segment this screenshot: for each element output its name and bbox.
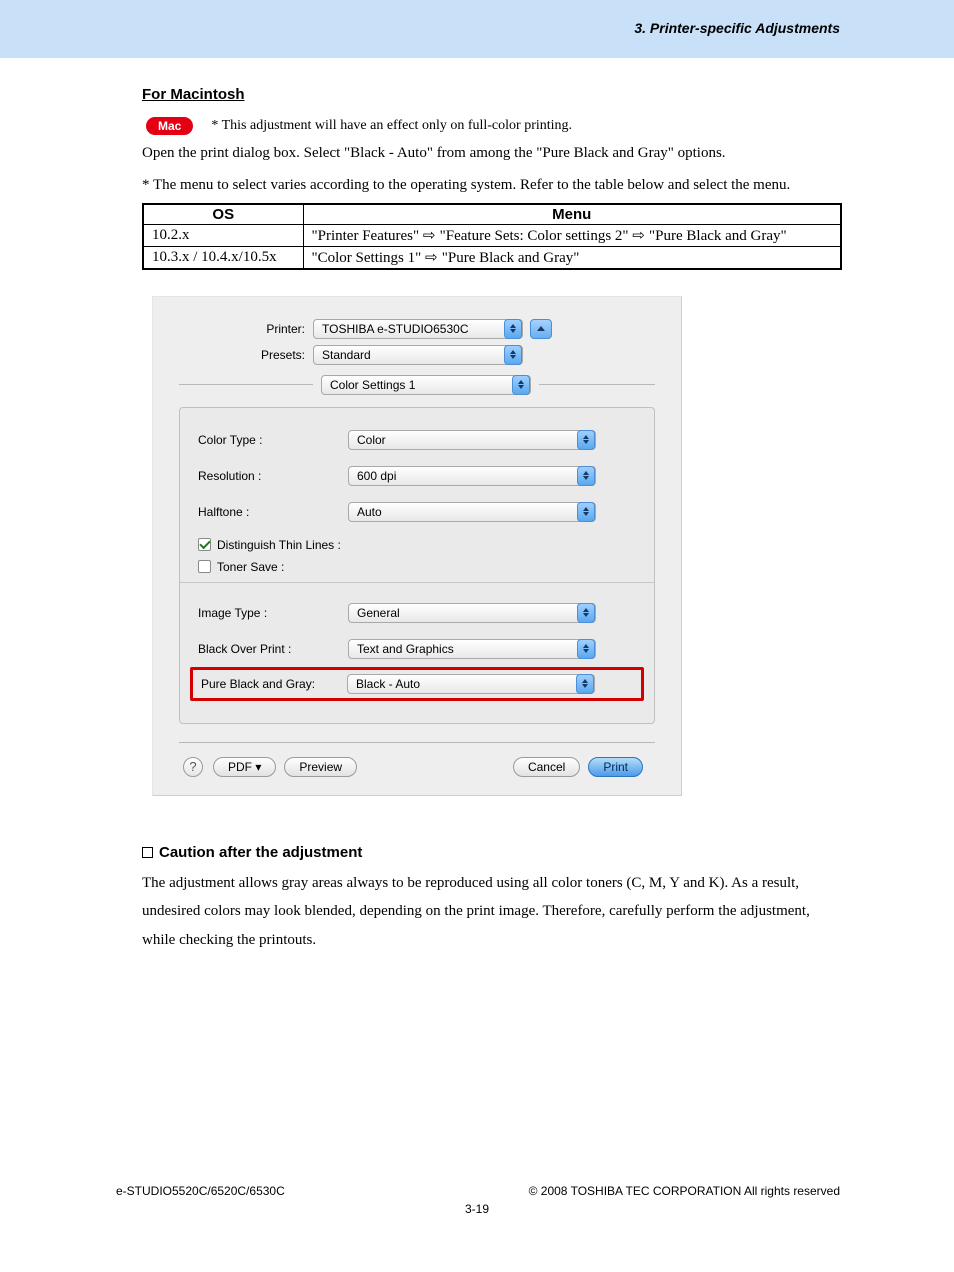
chevron-updown-icon [577, 502, 595, 522]
chevron-updown-icon [512, 375, 530, 395]
halftone-select[interactable]: Auto [348, 502, 596, 522]
square-bullet-icon [142, 847, 153, 858]
halftone-row: Halftone : Auto [198, 502, 636, 522]
dialog-footer: ? PDF ▾ Preview Cancel Print [183, 757, 651, 777]
toner-save-checkbox[interactable] [198, 560, 211, 573]
header-section: 3. Printer-specific Adjustments [634, 20, 840, 36]
presets-label: Presets: [183, 348, 313, 362]
chevron-updown-icon [577, 639, 595, 659]
triangle-up-icon [537, 326, 545, 331]
help-icon[interactable]: ? [183, 757, 203, 777]
page-number: 3-19 [0, 1202, 954, 1216]
color-type-select[interactable]: Color [348, 430, 596, 450]
black-over-label: Black Over Print : [198, 642, 348, 656]
arrow-icon: ⇨ [423, 227, 440, 244]
toner-save-label: Toner Save : [217, 560, 284, 574]
cell-menu: "Color Settings 1" ⇨ "Pure Black and Gra… [303, 246, 841, 269]
chevron-updown-icon [577, 603, 595, 623]
color-type-label: Color Type : [198, 433, 348, 447]
chevron-updown-icon [504, 345, 522, 365]
preview-button[interactable]: Preview [284, 757, 357, 777]
image-type-row: Image Type : General [198, 603, 636, 623]
page-header: 3. Printer-specific Adjustments [0, 0, 954, 58]
mac-badge: Mac [146, 117, 193, 135]
pure-black-select[interactable]: Black - Auto [347, 674, 595, 694]
resolution-label: Resolution : [198, 469, 348, 483]
os-menu-table: OS Menu 10.2.x "Printer Features" ⇨ "Fea… [142, 203, 842, 270]
black-over-select[interactable]: Text and Graphics [348, 639, 596, 659]
pure-black-row-highlight: Pure Black and Gray: Black - Auto [190, 667, 644, 701]
distinguish-checkbox[interactable] [198, 538, 211, 551]
print-dialog: Printer: TOSHIBA e-STUDIO6530C Presets: … [152, 296, 682, 796]
printer-select[interactable]: TOSHIBA e-STUDIO6530C [313, 319, 523, 339]
print-button[interactable]: Print [588, 757, 643, 777]
section-title: For Macintosh [142, 86, 842, 103]
section-separator: Color Settings 1 [179, 375, 655, 395]
mac-note: * This adjustment will have an effect on… [211, 118, 572, 134]
body-text-2: * The menu to select varies according to… [142, 175, 842, 197]
black-over-row: Black Over Print : Text and Graphics [198, 639, 636, 659]
presets-select[interactable]: Standard [313, 345, 523, 365]
color-type-row: Color Type : Color [198, 430, 636, 450]
footer-left: e-STUDIO5520C/6520C/6530C [116, 1184, 285, 1198]
section-select[interactable]: Color Settings 1 [321, 375, 531, 395]
cancel-button[interactable]: Cancel [513, 757, 580, 777]
table-row: 10.2.x "Printer Features" ⇨ "Feature Set… [143, 224, 841, 246]
halftone-label: Halftone : [198, 505, 348, 519]
image-type-select[interactable]: General [348, 603, 596, 623]
footer-right: © 2008 TOSHIBA TEC CORPORATION All right… [529, 1184, 840, 1198]
caution-text: The adjustment allows gray areas always … [142, 869, 842, 955]
chevron-updown-icon [576, 674, 594, 694]
body-text-1: Open the print dialog box. Select "Black… [142, 143, 842, 165]
arrow-icon: ⇨ [632, 227, 649, 244]
cell-os: 10.3.x / 10.4.x/10.5x [143, 246, 303, 269]
caution-heading: Caution after the adjustment [142, 844, 842, 861]
cell-os: 10.2.x [143, 224, 303, 246]
panel-divider [180, 582, 654, 583]
cell-menu: "Printer Features" ⇨ "Feature Sets: Colo… [303, 224, 841, 246]
table-row: 10.3.x / 10.4.x/10.5x "Color Settings 1"… [143, 246, 841, 269]
toner-save-row: Toner Save : [198, 560, 636, 574]
arrow-icon: ⇨ [425, 249, 442, 266]
printer-label: Printer: [183, 322, 313, 336]
pure-black-label: Pure Black and Gray: [197, 677, 347, 691]
distinguish-label: Distinguish Thin Lines : [217, 538, 341, 552]
pdf-button[interactable]: PDF ▾ [213, 757, 276, 777]
printer-row: Printer: TOSHIBA e-STUDIO6530C [183, 319, 651, 339]
dialog-separator [179, 742, 655, 743]
resolution-select[interactable]: 600 dpi [348, 466, 596, 486]
chevron-updown-icon [504, 319, 522, 339]
settings-panel: Color Type : Color Resolution : 600 dpi … [179, 407, 655, 724]
page-content: For Macintosh Mac * This adjustment will… [0, 58, 954, 954]
expand-button[interactable] [530, 319, 552, 339]
th-os: OS [143, 204, 303, 225]
page-footer: e-STUDIO5520C/6520C/6530C © 2008 TOSHIBA… [0, 1184, 954, 1198]
image-type-label: Image Type : [198, 606, 348, 620]
mac-note-row: Mac * This adjustment will have an effec… [146, 117, 842, 135]
chevron-updown-icon [577, 430, 595, 450]
chevron-updown-icon [577, 466, 595, 486]
resolution-row: Resolution : 600 dpi [198, 466, 636, 486]
distinguish-row: Distinguish Thin Lines : [198, 538, 636, 552]
presets-row: Presets: Standard [183, 345, 651, 365]
th-menu: Menu [303, 204, 841, 225]
